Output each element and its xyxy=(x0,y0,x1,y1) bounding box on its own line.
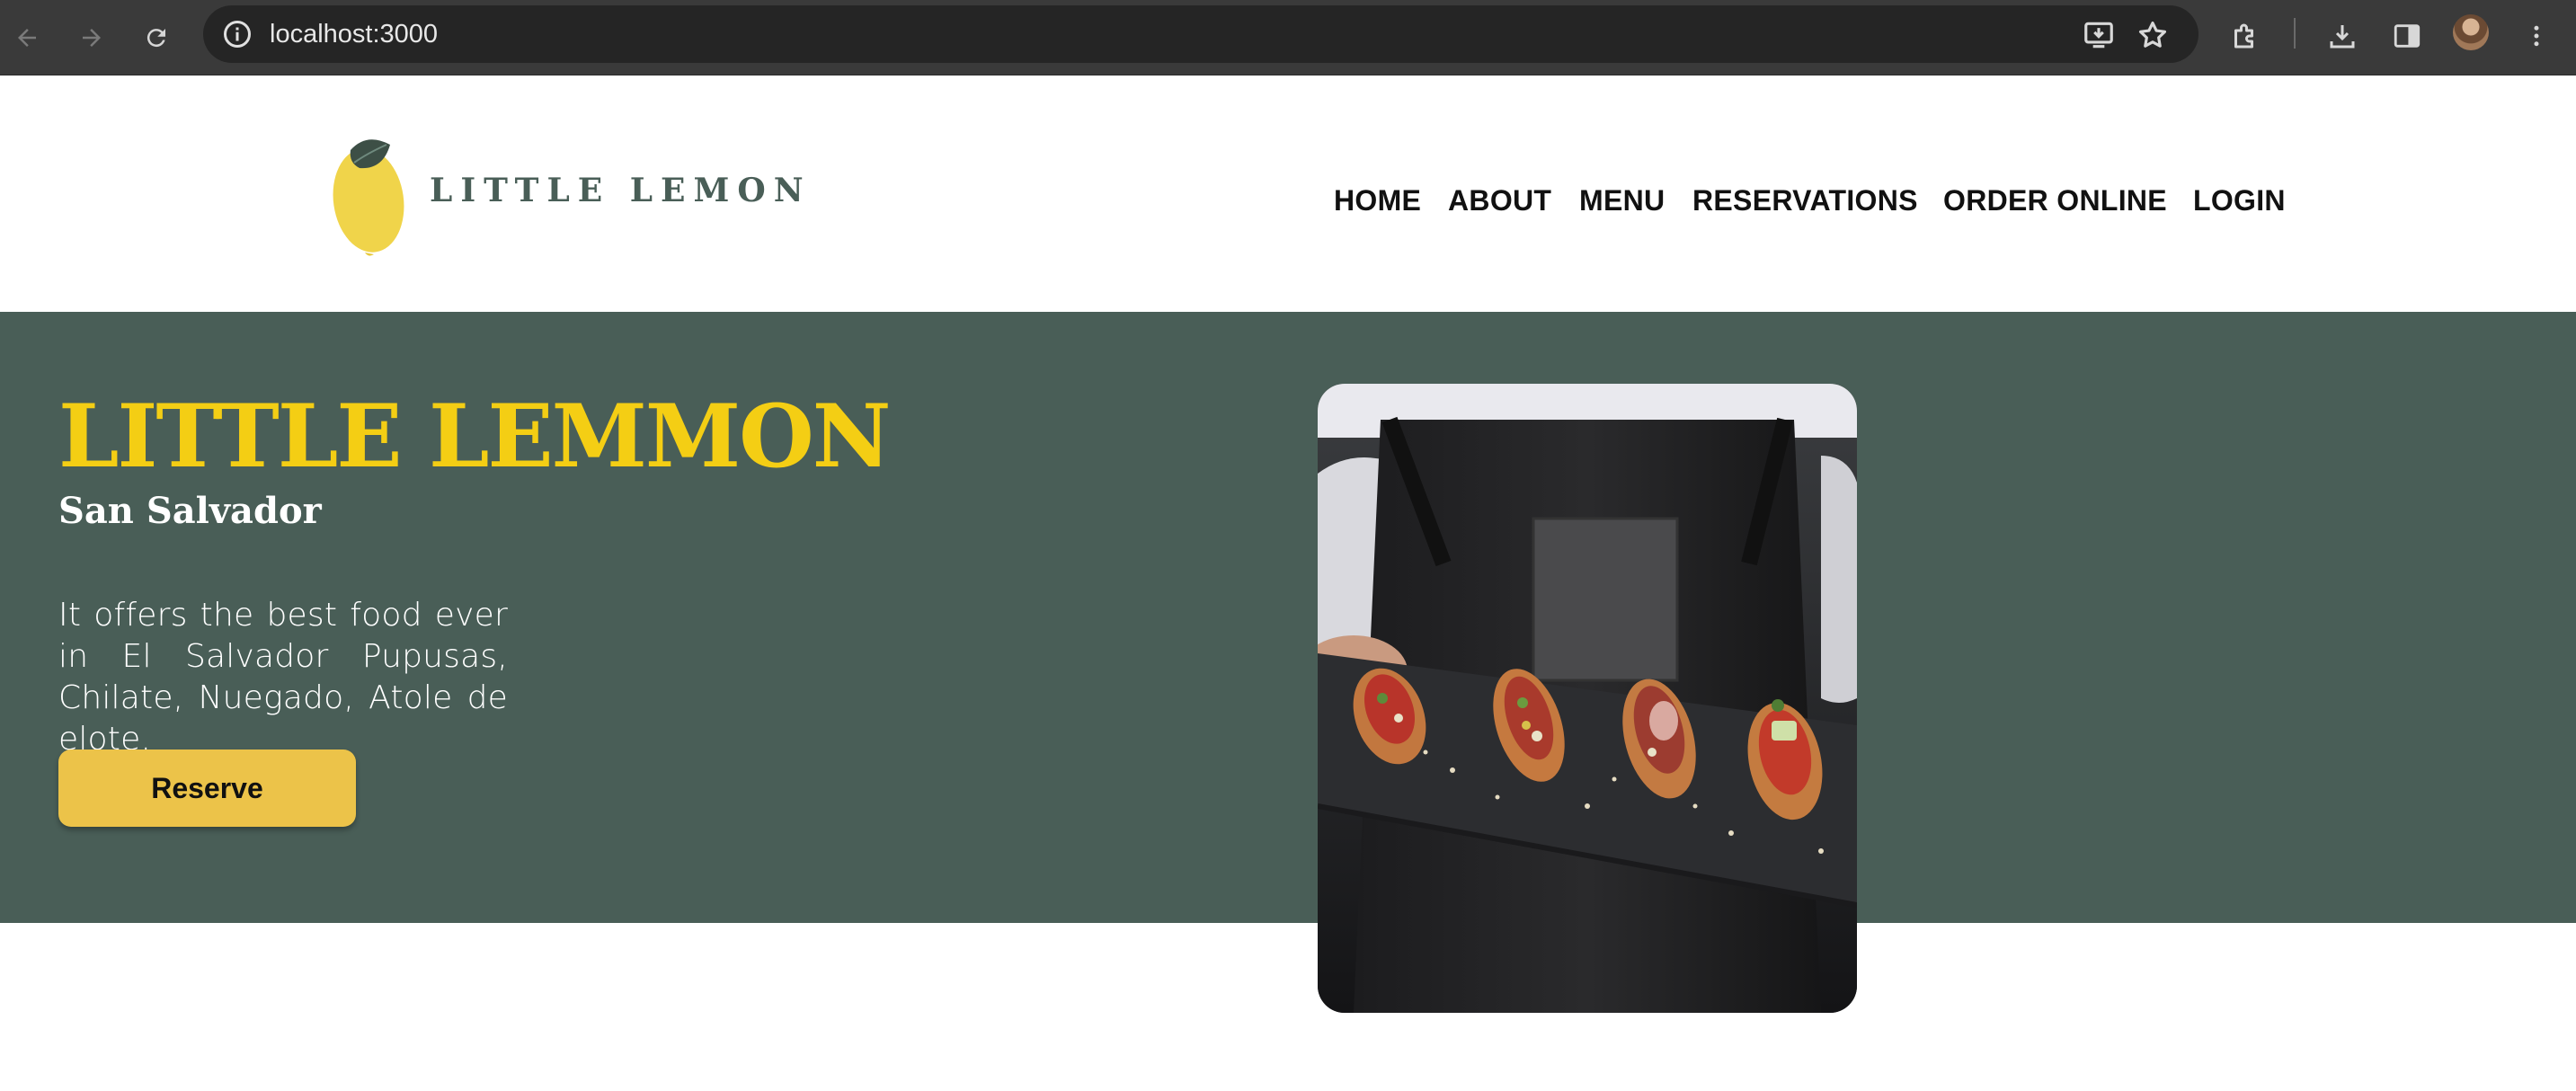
install-app-icon[interactable] xyxy=(2082,18,2116,52)
hero-title: LITTLE LEMMON xyxy=(58,386,892,487)
site-header: LITTLE LEMON HOME ABOUT MENU RESERVATION… xyxy=(0,76,2576,312)
download-icon xyxy=(2330,25,2355,49)
hero-subtitle: San Salvador xyxy=(58,490,322,532)
nav-login[interactable]: LOGIN xyxy=(2193,184,2286,217)
nav-reservations[interactable]: RESERVATIONS xyxy=(1692,184,1918,217)
forward-icon xyxy=(83,29,101,47)
toolbar-divider xyxy=(2294,18,2296,49)
reserve-button[interactable]: Reserve xyxy=(58,750,356,827)
more-menu-icon xyxy=(2534,25,2539,47)
browser-toolbar: localhost:3000 xyxy=(0,0,2576,75)
reload-icon xyxy=(147,29,165,48)
extensions-icon xyxy=(2234,23,2253,49)
url-text[interactable]: localhost:3000 xyxy=(270,18,438,50)
back-icon xyxy=(18,29,36,47)
nav-about[interactable]: ABOUT xyxy=(1448,184,1551,217)
hero-section: LITTLE LEMMON San Salvador It offers the… xyxy=(0,312,2576,923)
reload-button[interactable] xyxy=(135,16,178,59)
main-nav: HOME ABOUT MENU RESERVATIONS ORDER ONLIN… xyxy=(0,184,2576,229)
profile-avatar[interactable] xyxy=(2453,14,2489,50)
more-menu-button[interactable] xyxy=(2517,16,2556,56)
hero-food-image xyxy=(1318,384,1857,1013)
downloads-button[interactable] xyxy=(2323,16,2362,56)
hero-description: It offers the best food ever in El Salva… xyxy=(58,597,508,758)
nav-menu[interactable]: MENU xyxy=(1579,184,1665,217)
side-panel-button[interactable] xyxy=(2387,16,2427,56)
nav-order-online[interactable]: ORDER ONLINE xyxy=(1943,184,2167,217)
nav-home[interactable]: HOME xyxy=(1334,184,1421,217)
address-bar[interactable]: localhost:3000 xyxy=(203,5,2198,63)
back-button[interactable] xyxy=(5,16,49,59)
side-panel-icon xyxy=(2394,24,2421,48)
bookmark-star-icon[interactable] xyxy=(2136,18,2170,52)
site-info-icon[interactable] xyxy=(221,18,253,50)
forward-button[interactable] xyxy=(70,16,113,59)
extensions-button[interactable] xyxy=(2225,16,2265,56)
